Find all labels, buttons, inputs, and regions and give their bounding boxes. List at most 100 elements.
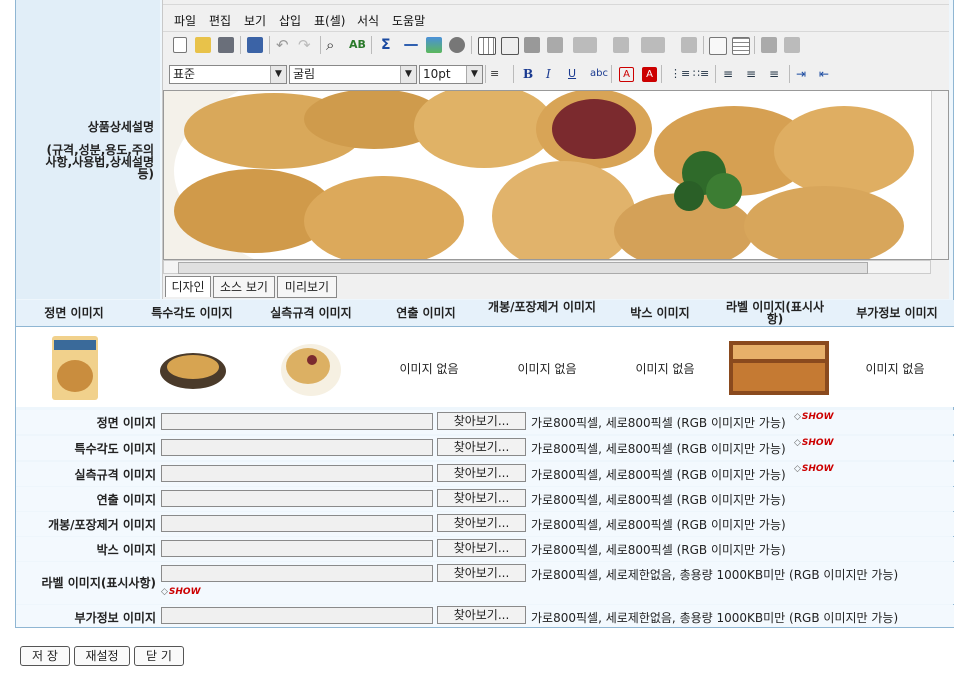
file-path-input[interactable]: [161, 540, 433, 557]
undo-icon[interactable]: ↶: [276, 37, 292, 53]
cell-properties-icon[interactable]: [524, 37, 540, 53]
merge-cells-icon[interactable]: [547, 37, 563, 53]
croquette-plate-thumbnail: [160, 353, 226, 389]
file-path-input[interactable]: [161, 439, 433, 456]
line-height-icon[interactable]: ≡: [490, 67, 506, 83]
file-path-input[interactable]: [161, 565, 433, 582]
menu-format[interactable]: 서식: [357, 12, 379, 29]
save-icon[interactable]: [218, 37, 234, 53]
sigma-icon[interactable]: Σ: [381, 37, 397, 53]
menu-edit[interactable]: 편집: [209, 12, 231, 29]
close-button[interactable]: 닫 기: [134, 646, 184, 666]
show-link[interactable]: SHOW: [161, 587, 201, 597]
redo-icon[interactable]: ↷: [298, 37, 314, 53]
upload-hint: 가로800픽셀, 세로800픽셀 (RGB 이미지만 가능): [531, 416, 786, 430]
show-link[interactable]: SHOW: [794, 464, 834, 474]
unordered-list-icon[interactable]: ∷≡: [693, 67, 709, 83]
delete-row-icon[interactable]: [613, 37, 629, 53]
grid-icon[interactable]: [732, 37, 750, 55]
special-angle-image-thumb[interactable]: [134, 333, 252, 403]
browse-button[interactable]: 찾아보기...: [437, 514, 526, 532]
description-label-subtitle: (규격,성분,용도,주의사항,사용법,상세설명 등): [45, 143, 154, 181]
table-properties-icon[interactable]: [501, 37, 519, 55]
browse-button[interactable]: 찾아보기...: [437, 464, 526, 482]
menu-view[interactable]: 보기: [244, 12, 266, 29]
browse-button[interactable]: 찾아보기...: [437, 606, 526, 624]
delete-column-icon[interactable]: [681, 37, 697, 53]
horizontal-rule-icon[interactable]: [404, 44, 418, 46]
product-label-thumbnail: [729, 341, 829, 395]
insert-row-icon[interactable]: [573, 37, 597, 53]
save-button[interactable]: 저 장: [20, 646, 70, 666]
open-folder-icon[interactable]: [195, 37, 211, 53]
upload-hint: 가로800픽셀, 세로800픽셀 (RGB 이미지만 가능): [531, 543, 786, 557]
show-link[interactable]: SHOW: [794, 412, 834, 422]
font-size-select[interactable]: 10pt ▼: [419, 65, 483, 84]
strikethrough-icon[interactable]: abc: [590, 67, 608, 83]
image-thumbnail-row: 이미지 없음 이미지 없음 이미지 없음 이미지 없음: [16, 327, 954, 407]
measure-image-thumb[interactable]: [252, 333, 370, 403]
html-editor: 파일 편집 보기 삽입 표(셀) 서식 도움말 ↶ ↷ ⌕ AB Σ 표준 ▼ …: [162, 0, 949, 299]
menu-table[interactable]: 표(셀): [314, 12, 345, 29]
tab-source[interactable]: 소스 보기: [213, 276, 275, 298]
editor-vertical-scrollbar[interactable]: [931, 91, 948, 259]
ordered-list-icon[interactable]: ⋮≡: [670, 67, 690, 83]
align-right-icon[interactable]: ≡: [769, 67, 785, 83]
file-path-input[interactable]: [161, 607, 433, 624]
upload-hint: 가로800픽셀, 세로800픽셀 (RGB 이미지만 가능): [531, 518, 786, 532]
insert-table-icon[interactable]: [478, 37, 496, 55]
browse-button[interactable]: 찾아보기...: [437, 412, 526, 430]
browse-button[interactable]: 찾아보기...: [437, 489, 526, 507]
align-center-icon[interactable]: ≡: [746, 67, 762, 83]
new-document-icon[interactable]: [173, 37, 187, 53]
header-front-image: 정면 이미지: [44, 306, 104, 320]
menu-insert[interactable]: 삽입: [279, 12, 301, 29]
insert-column-icon[interactable]: [641, 37, 665, 53]
header-unpacked-image: 개봉/포장제거 이미지: [488, 300, 596, 314]
menu-help[interactable]: 도움말: [392, 12, 425, 29]
upload-row-special-angle: 특수각도 이미지 찾아보기... 가로800픽셀, 세로800픽셀 (RGB 이…: [16, 436, 954, 460]
highlight-color-icon[interactable]: A: [642, 67, 657, 82]
editor-toolbar-2: 표준 ▼ 굴림 ▼ 10pt ▼ ≡ B I U abc A A ⋮≡ ∷≡ ≡…: [163, 61, 949, 87]
split-cell-icon[interactable]: [709, 37, 727, 55]
font-color-icon[interactable]: A: [619, 67, 634, 82]
menu-file[interactable]: 파일: [174, 12, 196, 29]
product-package-thumbnail: [52, 336, 98, 400]
editor-canvas[interactable]: [163, 90, 949, 260]
editor-horizontal-scrollbar[interactable]: [163, 260, 931, 274]
browse-button[interactable]: 찾아보기...: [437, 539, 526, 557]
layer-icon[interactable]: [784, 37, 800, 53]
header-measure-image: 실측규격 이미지: [270, 306, 352, 320]
fullscreen-icon[interactable]: [247, 37, 263, 53]
file-path-input[interactable]: [161, 413, 433, 430]
italic-icon[interactable]: I: [546, 67, 562, 83]
upload-label: 개봉/포장제거 이미지: [48, 518, 156, 532]
indent-icon[interactable]: ⇥: [796, 67, 812, 83]
reset-button[interactable]: 재설정: [74, 646, 130, 666]
paragraph-style-value: 표준: [173, 67, 196, 81]
file-path-input[interactable]: [161, 515, 433, 532]
bold-icon[interactable]: B: [523, 67, 539, 83]
paragraph-style-select[interactable]: 표준 ▼: [169, 65, 287, 84]
label-image-thumb[interactable]: [720, 333, 838, 403]
browse-button[interactable]: 찾아보기...: [437, 438, 526, 456]
browse-button[interactable]: 찾아보기...: [437, 564, 526, 582]
replace-icon[interactable]: AB: [349, 37, 366, 53]
show-link[interactable]: SHOW: [794, 438, 834, 448]
file-path-input[interactable]: [161, 465, 433, 482]
underline-icon[interactable]: U: [568, 67, 584, 83]
image-props-icon[interactable]: [761, 37, 777, 53]
file-path-input[interactable]: [161, 490, 433, 507]
align-left-icon[interactable]: ≡: [723, 67, 739, 83]
insert-image-icon[interactable]: [426, 37, 442, 53]
tab-preview[interactable]: 미리보기: [277, 276, 337, 298]
front-image-thumb[interactable]: [16, 333, 134, 403]
search-icon[interactable]: ⌕: [326, 37, 342, 53]
tab-design[interactable]: 디자인: [165, 276, 211, 297]
upload-row-unpacked: 개봉/포장제거 이미지 찾아보기... 가로800픽셀, 세로800픽셀 (RG…: [16, 512, 954, 536]
upload-row-extra-info: 부가정보 이미지 찾아보기... 가로800픽셀, 세로제한없음, 총용량 10…: [16, 605, 954, 627]
font-family-select[interactable]: 굴림 ▼: [289, 65, 417, 84]
scroll-thumb[interactable]: [178, 262, 868, 274]
insert-media-icon[interactable]: [449, 37, 465, 53]
outdent-icon[interactable]: ⇤: [819, 67, 835, 83]
